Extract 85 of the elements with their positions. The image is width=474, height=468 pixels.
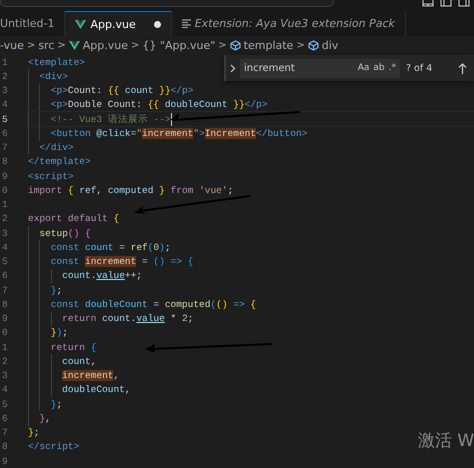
code-line: setup() {	[39, 228, 91, 239]
cube-icon	[308, 40, 319, 51]
code-line: increment,	[62, 370, 120, 382]
code-line: <div>	[39, 70, 68, 82]
line-number: 6	[1, 270, 9, 282]
line-number: 3	[1, 85, 9, 96]
cube-icon	[230, 40, 241, 51]
line-number: 7	[1, 427, 9, 438]
line-number: 7	[1, 284, 9, 296]
layout-icon[interactable]	[422, 0, 434, 7]
layout-icon[interactable]	[440, 0, 452, 7]
code-line: </template>	[28, 156, 91, 168]
line-number: 6	[1, 128, 9, 139]
code-line: });	[50, 327, 68, 338]
code-line: return count.value * 2;	[62, 313, 194, 324]
line-number: 2	[1, 213, 9, 224]
line-number: 1	[1, 56, 9, 68]
line-number: 0	[1, 327, 9, 338]
editor-tab[interactable]: App.vue	[65, 11, 172, 36]
line-number: 9	[1, 456, 9, 467]
unsaved-dot	[154, 20, 161, 28]
code-line: };	[50, 398, 62, 410]
breadcrumb-item[interactable]: div	[322, 39, 338, 52]
line-number: 5	[1, 114, 9, 125]
chevron-separator: >	[57, 40, 66, 51]
code-line: const count = ref(0);	[50, 242, 171, 253]
code-line: const doubleCount = computed(() => {	[50, 298, 256, 310]
line-number: 2	[1, 70, 9, 82]
code-line: export default {	[28, 213, 120, 224]
line-number: 8	[1, 298, 9, 310]
vue-logo-icon	[75, 20, 86, 28]
activation-watermark: 激活 W	[418, 430, 474, 452]
code-line: count.value++;	[62, 270, 142, 282]
chevron-separator: >	[26, 40, 36, 51]
code-line: };	[50, 284, 62, 296]
code-line: </div>	[39, 142, 74, 154]
line-number: 7	[1, 142, 9, 154]
expand-chevron-icon[interactable]	[230, 64, 236, 72]
line-number: 1	[1, 199, 9, 210]
code-line: </script>	[28, 441, 80, 452]
code-line: return {	[50, 342, 96, 353]
breadcrumb-item[interactable]: src	[38, 39, 54, 52]
find-option[interactable]: ab	[373, 63, 385, 73]
code-line: };	[28, 427, 40, 438]
code-line: <p>Count: {{ count }}</p>	[50, 85, 194, 96]
vue-logo-icon	[68, 41, 80, 50]
editor-tab[interactable]: Extension: Aya Vue3 extension Pack	[172, 11, 406, 36]
line-number: 0	[1, 184, 9, 196]
line-number: 3	[1, 228, 9, 239]
breadcrumb-item[interactable]: App.vue	[82, 39, 128, 52]
code-line: <script>	[28, 170, 74, 182]
document-icon	[182, 19, 191, 28]
line-number: 4	[1, 242, 9, 253]
line-number: 9	[1, 313, 9, 324]
line-number: 8	[1, 156, 9, 168]
line-number: 9	[1, 170, 9, 182]
code-line: },	[39, 412, 51, 424]
line-number: 5	[1, 256, 9, 268]
layout-icon[interactable]	[458, 0, 470, 7]
line-number: 8	[1, 441, 9, 452]
find-option[interactable]: .*	[388, 63, 396, 73]
code-line: <p>Double Count: {{ doubleCount }}</p>	[50, 99, 268, 110]
code-line: const increment = () => {	[50, 256, 194, 268]
breadcrumb-item[interactable]: -vue	[0, 39, 24, 52]
line-number: 3	[1, 370, 9, 382]
code-line: import { ref, computed } from 'vue';	[28, 184, 234, 196]
code-line: <template>	[28, 56, 86, 68]
match-count: ? of 4	[406, 62, 432, 74]
find-input[interactable]: increment Aa ab .*	[240, 58, 400, 78]
breadcrumb-item[interactable]: template	[244, 39, 294, 52]
find-option[interactable]: Aa	[358, 63, 370, 73]
code-line: count,	[62, 356, 96, 367]
chevron-separator: >	[296, 40, 305, 51]
code-line: doubleCount,	[62, 384, 131, 396]
line-number: 1	[1, 342, 9, 353]
line-number: 6	[1, 412, 9, 424]
up-arrow-icon[interactable]	[458, 62, 468, 74]
line-number: 2	[1, 356, 9, 367]
code-line: <button @click="increment">Increment</button>	[50, 128, 308, 139]
line-number: 4	[1, 384, 9, 396]
breadcrumb-item[interactable]: {} "App.vue"	[142, 39, 216, 52]
chevron-separator: >	[218, 40, 227, 51]
line-number: 5	[1, 398, 9, 410]
chevron-separator: >	[131, 40, 140, 51]
line-number: 4	[1, 99, 9, 110]
